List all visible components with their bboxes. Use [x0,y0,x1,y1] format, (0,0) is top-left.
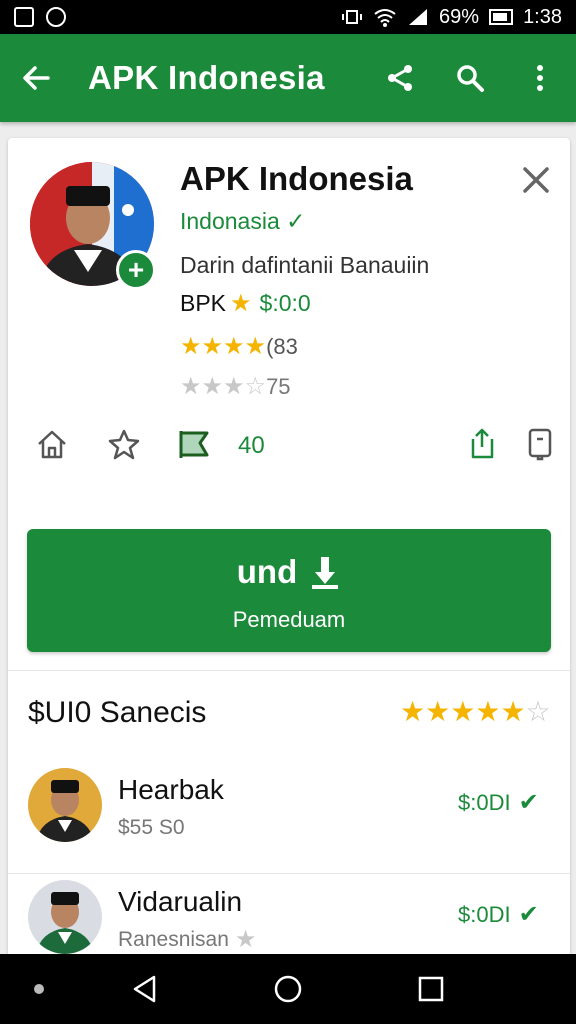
star-outline-icon [108,429,140,460]
app-bar: APK Indonesia [0,34,576,122]
square-recents-icon [418,976,444,1002]
rating-row-primary: ★ ★ ★ ★ (83 [180,334,298,360]
nav-recents-button[interactable] [416,974,446,1004]
nav-back-button[interactable] [130,974,160,1004]
review-price-value: $:0DI [458,789,511,815]
home-button[interactable] [34,426,70,462]
reviews-section-rating: ★ ★ ★ ★ ★ ☆ [400,698,551,726]
circle-home-icon [274,975,302,1003]
reviewer-name: Hearbak [118,774,224,805]
star-icon: ★ [400,696,426,727]
overflow-menu-button[interactable] [524,62,556,94]
star-icon: ★ [201,333,224,360]
share-app-button[interactable] [464,426,500,462]
star-icon: ★ [223,333,245,360]
price-row: BPK ★ $:0:0 [180,290,311,317]
share-outline-icon [471,428,494,459]
developer-name: Indonasia [180,208,280,234]
developer-link[interactable]: Indonasia ✓ [180,208,305,235]
share-icon [388,65,412,91]
clock: 1:38 [523,5,562,28]
reviewer-meta-text: Ranesnisan [118,928,229,951]
share-button[interactable] [384,62,416,94]
arrow-back-icon [23,66,50,90]
rating-count: (83 [266,334,298,359]
review-price: $:0DI ✔ [458,788,539,817]
star-icon: ★ [201,373,224,400]
rating-count: 75 [266,374,291,399]
battery-percent: 69% [439,5,480,28]
download-icon [312,557,339,589]
app-notification-icon [46,7,66,27]
device-icon [528,428,552,461]
reviewer-meta: $55 S0 [118,816,185,840]
star-icon: ★ [180,333,202,360]
verified-icon: ✓ [286,208,306,234]
star-icon: ★ [244,333,267,360]
search-button[interactable] [454,62,486,94]
nav-home-button[interactable] [273,974,303,1004]
rating-row-secondary: ★ ★ ★ ☆ 75 [180,374,291,400]
app-detail-card: + APK Indonesia Indonasia ✓ Darin dafint… [8,138,570,958]
star-icon: ★ [230,289,252,317]
star-icon: ★ [500,696,526,727]
flag-icon [179,431,209,458]
favorite-button[interactable] [106,426,142,462]
reviewer-meta: Ranesnisan ★ [118,928,256,952]
gallery-notification-icon [14,7,34,27]
star-icon: ★ [180,373,202,400]
nav-dot-icon [34,984,44,994]
triangle-back-icon [133,975,156,1003]
app-bar-title: APK Indonesia [88,59,325,96]
more-vert-icon [537,65,543,91]
avatar [28,880,102,954]
install-button-label: und [236,553,298,590]
vibrate-icon [342,10,363,24]
review-item[interactable]: Vidarualin Ranesnisan ★ $:0DI ✔ [8,876,570,958]
star-outline-icon: ☆ [525,696,551,727]
close-button[interactable] [520,164,552,196]
status-bar: 69% 1:38 [0,0,576,34]
signal-icon [409,9,428,25]
reviews-section-title: $UI0 Sanecis [28,696,207,729]
star-icon: ★ [234,926,257,953]
review-price-value: $:0DI [458,901,511,927]
review-item[interactable]: Hearbak $55 S0 $:0DI ✔ [8,764,570,874]
star-icon: ★ [475,696,501,727]
wifi-icon [374,9,396,27]
download-count: 40 [238,432,265,459]
battery-icon [489,9,514,25]
flag-button[interactable] [176,426,212,462]
install-button-sublabel: Pemeduam [232,607,346,632]
star-outline-icon: ☆ [244,373,267,400]
price-label: BPK [180,290,227,316]
reviewer-name: Vidarualin [118,886,243,917]
app-title: APK Indonesia [180,160,413,197]
system-nav-bar [0,954,576,1024]
install-button[interactable]: und Pemeduam [27,529,551,652]
home-icon [38,430,66,459]
avatar [28,768,102,842]
check-icon: ✔ [518,789,539,816]
device-button[interactable] [522,426,558,462]
price-value: $:0:0 [259,290,311,316]
divider [8,670,570,671]
review-price: $:0DI ✔ [458,900,539,929]
add-badge-icon: + [116,250,156,290]
action-icon-row: 40 [8,420,570,470]
star-icon: ★ [223,373,245,400]
check-icon: ✔ [518,901,539,928]
reviewer-meta-text: $55 S0 [118,816,185,839]
search-icon [457,65,484,92]
app-description: Darin dafintanii Banauiin [180,252,430,278]
star-icon: ★ [450,696,476,727]
close-icon [523,167,549,193]
star-icon: ★ [425,696,451,727]
back-button[interactable] [20,62,52,94]
